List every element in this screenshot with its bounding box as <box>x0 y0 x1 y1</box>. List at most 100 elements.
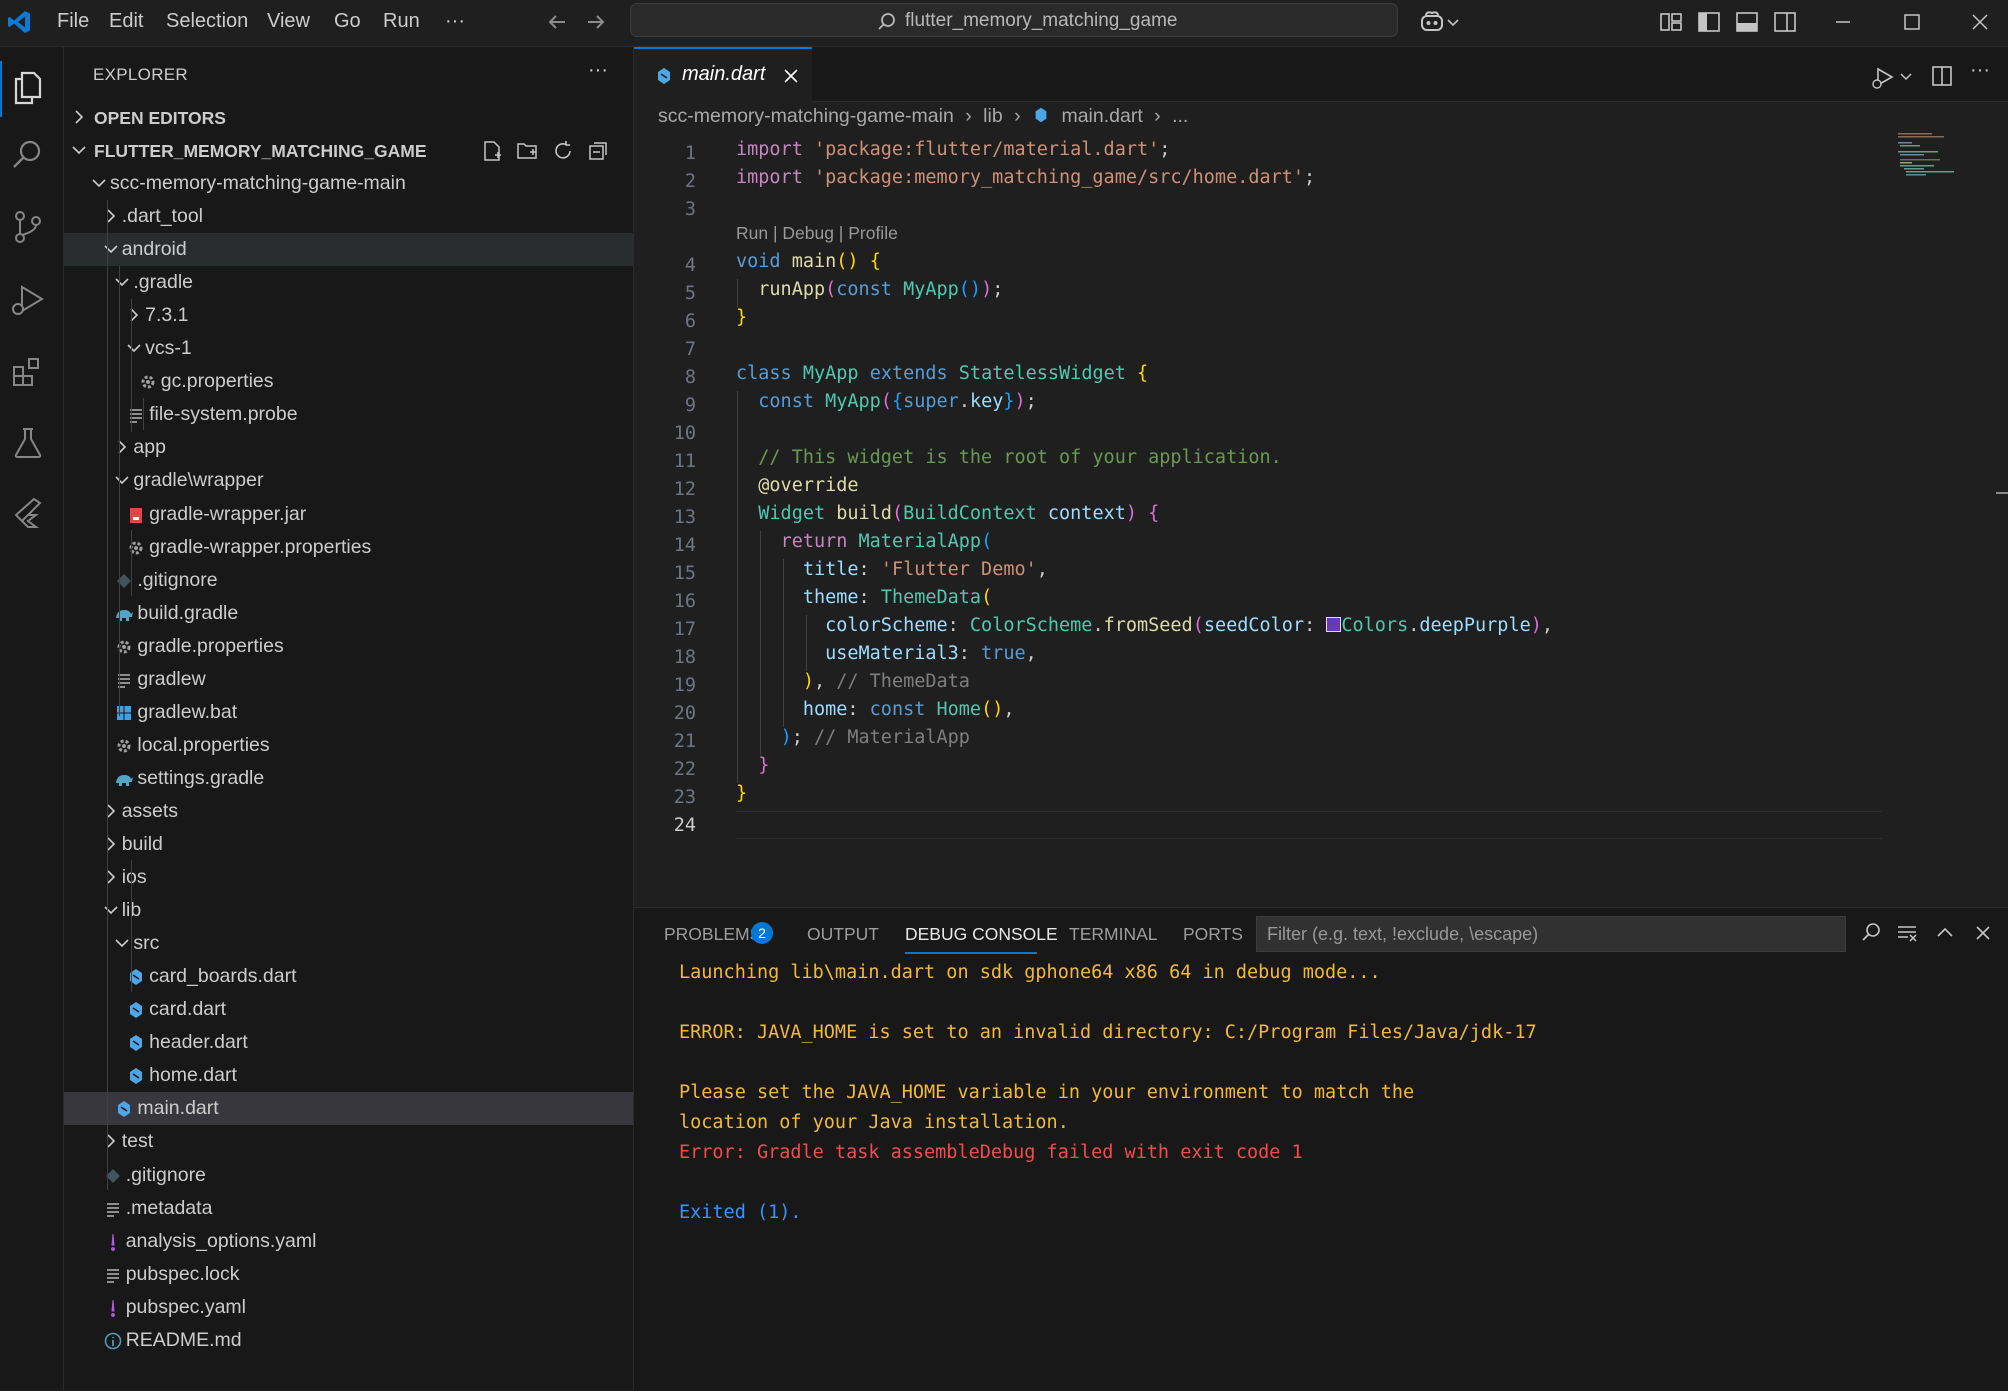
clear-console-icon[interactable] <box>1894 920 1920 946</box>
new-folder-icon[interactable] <box>515 139 539 163</box>
menu-file[interactable]: File <box>57 10 89 33</box>
file-item[interactable]: home.dart <box>64 1059 633 1092</box>
run-debug-icon[interactable] <box>8 279 48 319</box>
panel-tab-ports[interactable]: PORTS <box>1183 924 1243 945</box>
folder-item[interactable]: scc-memory-matching-game-main <box>64 167 633 200</box>
minimap[interactable] <box>1892 131 1962 181</box>
file-item[interactable]: gradlew <box>64 663 633 696</box>
menu-selection[interactable]: Selection <box>166 10 248 33</box>
search-icon[interactable] <box>8 135 48 175</box>
folder-item[interactable]: test <box>64 1125 633 1158</box>
folder-item[interactable]: assets <box>64 795 633 828</box>
breadcrumb-file[interactable]: main.dart <box>1061 105 1142 127</box>
new-file-icon[interactable] <box>480 139 504 163</box>
yaml-exclamation-icon <box>110 1233 115 1251</box>
file-item[interactable]: .gitignore <box>64 564 633 597</box>
file-item[interactable]: gradle.properties <box>64 630 633 663</box>
flutter-icon[interactable] <box>8 493 48 533</box>
refresh-icon[interactable] <box>551 139 575 163</box>
code-line-17: colorScheme: ColorScheme.fromSeed(seedCo… <box>825 615 1554 636</box>
panel-tab-debug-console[interactable]: DEBUG CONSOLE <box>905 924 1058 945</box>
console-filter[interactable] <box>1256 916 1846 952</box>
find-icon[interactable] <box>1858 920 1884 946</box>
breadcrumb-lib[interactable]: lib <box>983 105 1003 127</box>
maximize-panel-icon[interactable] <box>1932 920 1958 946</box>
file-item[interactable]: build.gradle <box>64 597 633 630</box>
minimize-icon[interactable] <box>1829 8 1857 36</box>
extensions-icon[interactable] <box>8 351 48 391</box>
folder-item[interactable]: 7.3.1 <box>64 299 633 332</box>
source-control-icon[interactable] <box>8 207 48 247</box>
file-item[interactable]: pubspec.lock <box>64 1258 633 1291</box>
file-item[interactable]: settings.gradle <box>64 762 633 795</box>
breadcrumb-symbol[interactable]: ... <box>1172 105 1188 127</box>
folder-item[interactable]: build <box>64 828 633 861</box>
close-window-icon[interactable] <box>1966 8 1994 36</box>
code-line-21: ); // MaterialApp <box>780 727 970 748</box>
run-dropdown-icon[interactable] <box>1898 67 1914 87</box>
tab-main-dart[interactable]: main.dart <box>634 47 812 102</box>
file-item[interactable]: pubspec.yaml <box>64 1291 633 1324</box>
file-item[interactable]: gradle-wrapper.jar <box>64 498 633 531</box>
windows-icon <box>117 705 132 720</box>
open-editors-section[interactable]: OPEN EDITORS <box>64 101 633 134</box>
command-center-search[interactable]: flutter_memory_matching_game <box>630 3 1398 37</box>
file-item[interactable]: README.md <box>64 1324 633 1357</box>
close-tab-icon[interactable] <box>782 67 800 85</box>
editor-tabs: main.dart ··· <box>634 47 2008 102</box>
codelens-run-debug-profile[interactable]: Run | Debug | Profile <box>736 223 898 244</box>
panel-tab-terminal[interactable]: TERMINAL <box>1069 924 1157 945</box>
run-debug-menu-icon[interactable] <box>1870 63 1898 91</box>
workspace-root-section[interactable]: FLUTTER_MEMORY_MATCHING_GAME <box>64 134 633 167</box>
tree-item-label: gradle-wrapper.jar <box>149 502 307 525</box>
panel-tab-output[interactable]: OUTPUT <box>807 924 879 945</box>
file-item[interactable]: file-system.probe <box>64 398 633 431</box>
console-filter-input[interactable] <box>1257 917 1845 951</box>
file-item[interactable]: card_boards.dart <box>64 960 633 993</box>
split-editor-icon[interactable] <box>1928 62 1956 90</box>
testing-icon[interactable] <box>8 423 48 463</box>
forward-arrow-icon[interactable] <box>582 8 610 36</box>
file-item[interactable]: header.dart <box>64 1026 633 1059</box>
editor-more-actions[interactable]: ··· <box>1970 59 1990 82</box>
back-arrow-icon[interactable] <box>543 8 571 36</box>
file-item[interactable]: .gitignore <box>64 1159 633 1192</box>
menu-go[interactable]: Go <box>334 10 361 33</box>
breadcrumb-folder[interactable]: scc-memory-matching-game-main <box>658 105 954 127</box>
file-item[interactable]: .metadata <box>64 1192 633 1225</box>
file-item[interactable]: gradle-wrapper.properties <box>64 531 633 564</box>
menu-run[interactable]: Run <box>383 10 420 33</box>
code-line-19: ), // ThemeData <box>802 671 970 692</box>
maximize-icon[interactable] <box>1898 8 1926 36</box>
copilot-icon[interactable] <box>1418 8 1446 36</box>
folder-item[interactable]: .gradle <box>64 266 633 299</box>
folder-item[interactable]: app <box>64 431 633 464</box>
file-item[interactable]: main.dart <box>64 1092 633 1126</box>
menu-more[interactable]: ··· <box>445 10 465 33</box>
file-item[interactable]: card.dart <box>64 993 633 1026</box>
collapse-all-icon[interactable] <box>586 139 610 163</box>
folder-item[interactable]: .dart_tool <box>64 200 633 233</box>
folder-item[interactable]: src <box>64 927 633 960</box>
menu-edit[interactable]: Edit <box>109 10 143 33</box>
customize-layout-icon[interactable] <box>1657 8 1685 36</box>
explorer-more-actions[interactable]: ··· <box>588 59 608 82</box>
file-item[interactable]: local.properties <box>64 729 633 762</box>
close-panel-icon[interactable] <box>1970 920 1996 946</box>
folder-item[interactable]: android <box>64 233 633 267</box>
color-swatch-deep-purple[interactable] <box>1326 617 1342 632</box>
folder-item[interactable]: ios <box>64 861 633 894</box>
toggle-panel-icon[interactable] <box>1733 8 1761 36</box>
explorer-icon[interactable] <box>8 67 48 107</box>
file-item[interactable]: gc.properties <box>64 365 633 398</box>
toggle-primary-sidebar-icon[interactable] <box>1695 8 1723 36</box>
copilot-dropdown-icon[interactable] <box>1444 8 1462 36</box>
menu-view[interactable]: View <box>267 10 310 33</box>
folder-item[interactable]: gradle\wrapper <box>64 464 633 497</box>
file-item[interactable]: gradlew.bat <box>64 696 633 729</box>
toggle-secondary-sidebar-icon[interactable] <box>1771 8 1799 36</box>
folder-item[interactable]: vcs-1 <box>64 332 633 365</box>
file-item[interactable]: analysis_options.yaml <box>64 1225 633 1258</box>
folder-item[interactable]: lib <box>64 894 633 927</box>
panel-tab-problems[interactable]: PROBLEMS <box>664 924 761 945</box>
